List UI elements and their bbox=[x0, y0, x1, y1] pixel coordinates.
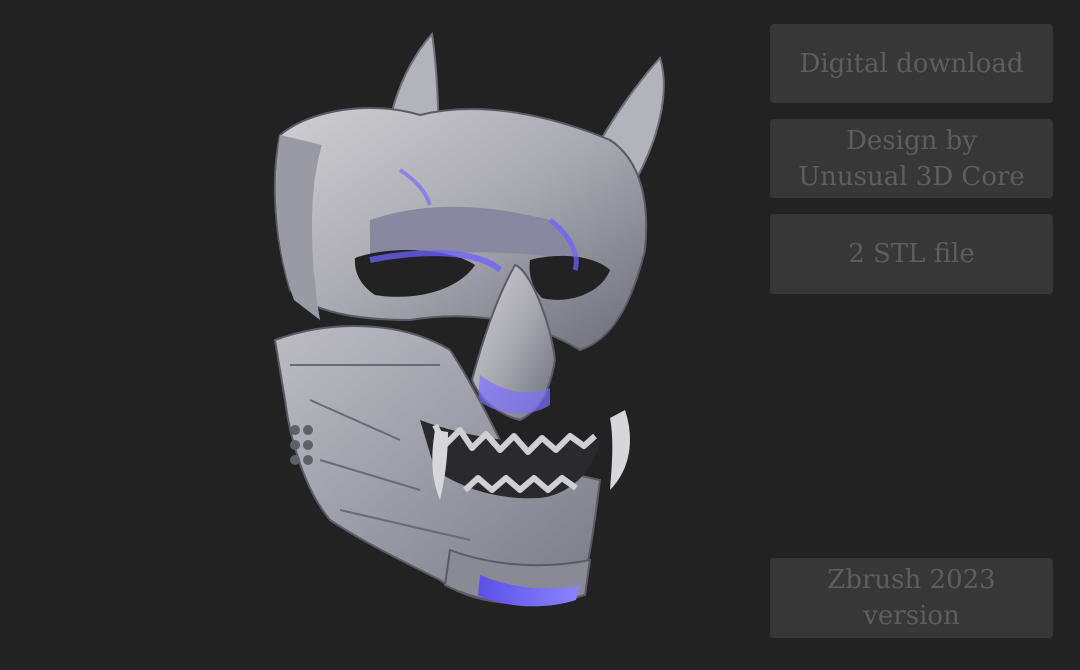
box-line: 2 STL file bbox=[848, 239, 975, 269]
product-preview: Digital download Design by Unusual 3D Co… bbox=[0, 0, 1080, 670]
box-line: Zbrush 2023 bbox=[827, 565, 996, 595]
oni-mask-render bbox=[273, 31, 665, 607]
designer-credit-label: Design by Unusual 3D Core bbox=[770, 119, 1053, 198]
file-count-label: 2 STL file bbox=[770, 214, 1053, 294]
software-version-label: Zbrush 2023 version bbox=[770, 558, 1053, 638]
box-line: Unusual 3D Core bbox=[798, 161, 1025, 192]
box-line: Design by bbox=[846, 125, 977, 156]
box-line: Digital download bbox=[799, 48, 1024, 79]
digital-download-label: Digital download bbox=[770, 24, 1053, 103]
box-line: version bbox=[863, 601, 960, 631]
